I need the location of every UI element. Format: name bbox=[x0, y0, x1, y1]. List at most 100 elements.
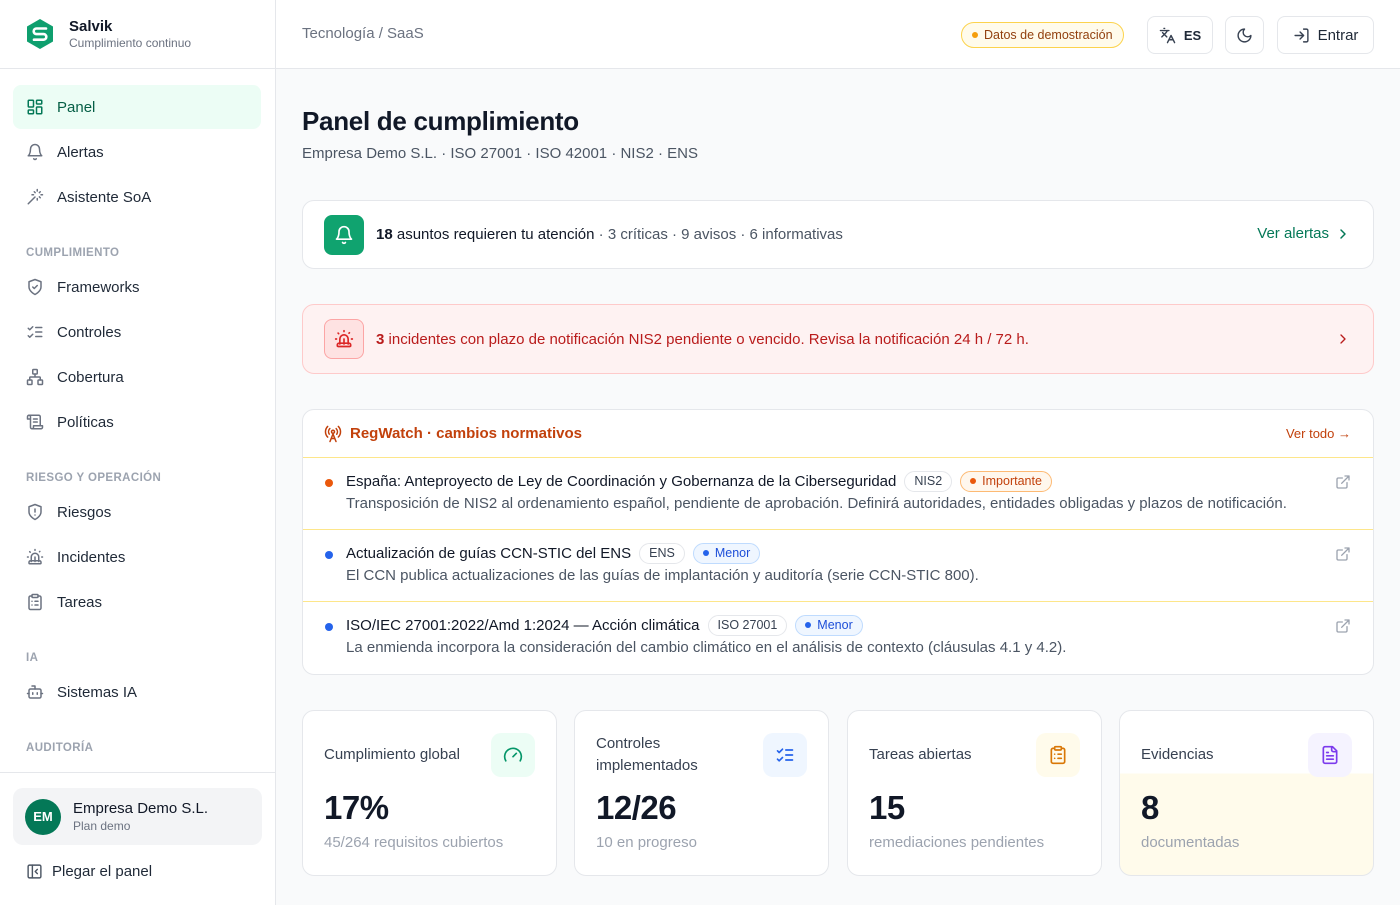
regwatch-item-description: El CCN publica actualizaciones de las gu… bbox=[346, 567, 979, 584]
sidebar-item-frameworks[interactable]: Frameworks bbox=[13, 265, 261, 309]
magic-wand-icon bbox=[27, 188, 44, 205]
sidebar-item-label: Asistente SoA bbox=[57, 188, 152, 206]
login-button[interactable]: Entrar bbox=[1277, 16, 1374, 54]
severity-badge-dot bbox=[805, 622, 812, 628]
panel-left-close-icon bbox=[27, 864, 42, 879]
page-title: Panel de cumplimiento bbox=[302, 106, 579, 136]
collapse-label: Plegar el panel bbox=[52, 863, 153, 880]
list-item[interactable]: ISO/IEC 27001:2022/Amd 1:2024 — Acción c… bbox=[303, 602, 1373, 674]
scroll-icon bbox=[26, 414, 44, 430]
brand[interactable]: Salvik Cumplimiento continuo bbox=[0, 0, 275, 69]
regwatch-item-title: Actualización de guías CCN-STIC del ENS bbox=[346, 544, 632, 562]
regwatch-card: RegWatch · cambios normativos Ver todo →… bbox=[302, 409, 1374, 675]
regwatch-item-title: España: Anteproyecto de Ley de Coordinac… bbox=[346, 472, 897, 490]
stat-icon-box bbox=[763, 733, 807, 777]
sidebar-item-label: Sistemas IA bbox=[57, 683, 138, 701]
sidebar-item-incidentes[interactable]: Incidentes bbox=[13, 535, 261, 579]
nav-section-title: CUMPLIMIENTO bbox=[26, 247, 120, 259]
severity-badge: Menor bbox=[692, 542, 761, 564]
log-in-icon bbox=[1293, 27, 1309, 43]
stat-value: 15 bbox=[869, 789, 905, 826]
sidebar-item-label: Cobertura bbox=[57, 368, 124, 386]
brand-name: Salvik bbox=[69, 17, 113, 35]
brand-tagline: Cumplimiento continuo bbox=[69, 35, 192, 50]
sidebar-item-cobertura[interactable]: Cobertura bbox=[13, 355, 261, 399]
chevron-right-icon bbox=[1340, 334, 1346, 344]
breadcrumb: Tecnología / SaaS bbox=[302, 25, 424, 42]
stat-label: Controles implementados bbox=[596, 735, 698, 774]
sidebar-nav: Panel Alertas Asistente SoA CUMPLIMIENTO… bbox=[13, 85, 261, 760]
sidebar-footer: EM Empresa Demo S.L. Plan demo Plegar el… bbox=[0, 772, 275, 905]
demo-data-badge: Datos de demostración bbox=[961, 22, 1124, 48]
external-link-icon[interactable] bbox=[1335, 618, 1351, 634]
sidebar-item-panel[interactable]: Panel bbox=[13, 85, 261, 129]
nis2-incident-alert[interactable]: 3 incidentes con plazo de notificación N… bbox=[302, 304, 1374, 374]
file-icon bbox=[1322, 745, 1338, 765]
sidebar-item-sistemas-ia[interactable]: Sistemas IA bbox=[13, 670, 261, 714]
org-switcher[interactable]: EM Empresa Demo S.L. Plan demo bbox=[13, 788, 262, 845]
sidebar-item-label: Riesgos bbox=[57, 503, 112, 521]
stat-label: Tareas abiertas bbox=[869, 746, 972, 763]
view-alerts-link[interactable]: Ver alertas bbox=[1257, 225, 1351, 242]
collapse-sidebar-button[interactable]: Plegar el panel bbox=[26, 863, 152, 880]
page-subtitle: Empresa Demo S.L. · ISO 27001 · ISO 4200… bbox=[302, 145, 698, 162]
network-icon bbox=[26, 368, 44, 386]
login-label: Entrar bbox=[1317, 26, 1359, 44]
regwatch-item-description: Transposición de NIS2 al ordenamiento es… bbox=[346, 495, 1287, 512]
list-item[interactable]: Actualización de guías CCN-STIC del ENS … bbox=[303, 530, 1373, 602]
sidebar-item-label: Incidentes bbox=[57, 548, 126, 566]
bell-icon bbox=[335, 225, 353, 244]
nis2-alert-count: 3 bbox=[376, 330, 385, 348]
severity-dot bbox=[325, 551, 333, 559]
sidebar-item-label: Políticas bbox=[57, 413, 114, 431]
org-name: Empresa Demo S.L. bbox=[73, 799, 209, 817]
attention-text: 18 asuntos requieren tu atención · 3 crí… bbox=[376, 226, 843, 243]
avatar: EM bbox=[25, 798, 61, 835]
bot-icon bbox=[26, 685, 44, 699]
sidebar-item-label: Controles bbox=[57, 323, 122, 341]
sidebar-item-tareas[interactable]: Tareas bbox=[13, 580, 261, 624]
moon-icon bbox=[1237, 27, 1252, 43]
demo-badge-label: Datos de demostración bbox=[984, 28, 1113, 42]
regwatch-title: RegWatch · cambios normativos bbox=[350, 425, 582, 442]
regwatch-item-title: ISO/IEC 27001:2022/Amd 1:2024 — Acción c… bbox=[346, 616, 700, 634]
external-link-icon[interactable] bbox=[1335, 474, 1351, 490]
severity-badge-dot bbox=[702, 550, 709, 556]
stat-card-compliance[interactable]: Cumplimiento global 17% 45/264 requisito… bbox=[302, 710, 557, 876]
framework-tag: ISO 27001 bbox=[707, 614, 788, 636]
sidebar-item-label: Alertas bbox=[57, 143, 104, 161]
sidebar-item-alertas[interactable]: Alertas bbox=[13, 130, 261, 174]
stat-icon-box bbox=[491, 733, 535, 777]
attention-card: 18 asuntos requieren tu atención · 3 crí… bbox=[302, 200, 1374, 269]
clipboard-icon bbox=[1050, 745, 1066, 765]
severity-badge-dot bbox=[970, 478, 977, 484]
language-button[interactable]: ES bbox=[1147, 16, 1213, 54]
status-dot bbox=[972, 32, 978, 38]
stat-card-controls[interactable]: Controles implementados 12/26 10 en prog… bbox=[574, 710, 829, 876]
severity-dot bbox=[325, 623, 333, 631]
stat-card-evidence[interactable]: Evidencias 8 documentadas bbox=[1119, 710, 1374, 876]
language-label: ES bbox=[1183, 27, 1202, 43]
nis2-alert-message: incidentes con plazo de notificación NIS… bbox=[388, 330, 1029, 348]
topbar: Tecnología / SaaS Datos de demostración … bbox=[276, 0, 1400, 69]
sidebar-item-asistente-soa[interactable]: Asistente SoA bbox=[13, 175, 261, 219]
nav-section-title: RIESGO Y OPERACIÓN bbox=[26, 472, 162, 484]
sidebar-item-riesgos[interactable]: Riesgos bbox=[13, 490, 261, 534]
stat-footnote: 45/264 requisitos cubiertos bbox=[324, 834, 504, 851]
stat-label: Cumplimiento global bbox=[324, 746, 460, 763]
view-all-link[interactable]: Ver todo → bbox=[1286, 426, 1351, 441]
shield-alert-icon bbox=[28, 503, 42, 521]
sidebar-item-controles[interactable]: Controles bbox=[13, 310, 261, 354]
theme-toggle-button[interactable] bbox=[1225, 16, 1264, 54]
stat-card-tasks[interactable]: Tareas abiertas 15 remediaciones pendien… bbox=[847, 710, 1102, 876]
sidebar-item-label: Panel bbox=[57, 98, 96, 116]
nav-section-title: AUDITORÍA bbox=[26, 742, 94, 754]
siren-icon bbox=[334, 329, 354, 348]
chevron-right-icon bbox=[1340, 228, 1346, 239]
list-item[interactable]: España: Anteproyecto de Ley de Coordinac… bbox=[303, 458, 1373, 530]
radio-tower-icon bbox=[324, 425, 342, 442]
severity-label: Menor bbox=[817, 618, 853, 632]
external-link-icon[interactable] bbox=[1335, 546, 1351, 562]
siren-icon bbox=[26, 548, 44, 565]
sidebar-item-politicas[interactable]: Políticas bbox=[13, 400, 261, 444]
